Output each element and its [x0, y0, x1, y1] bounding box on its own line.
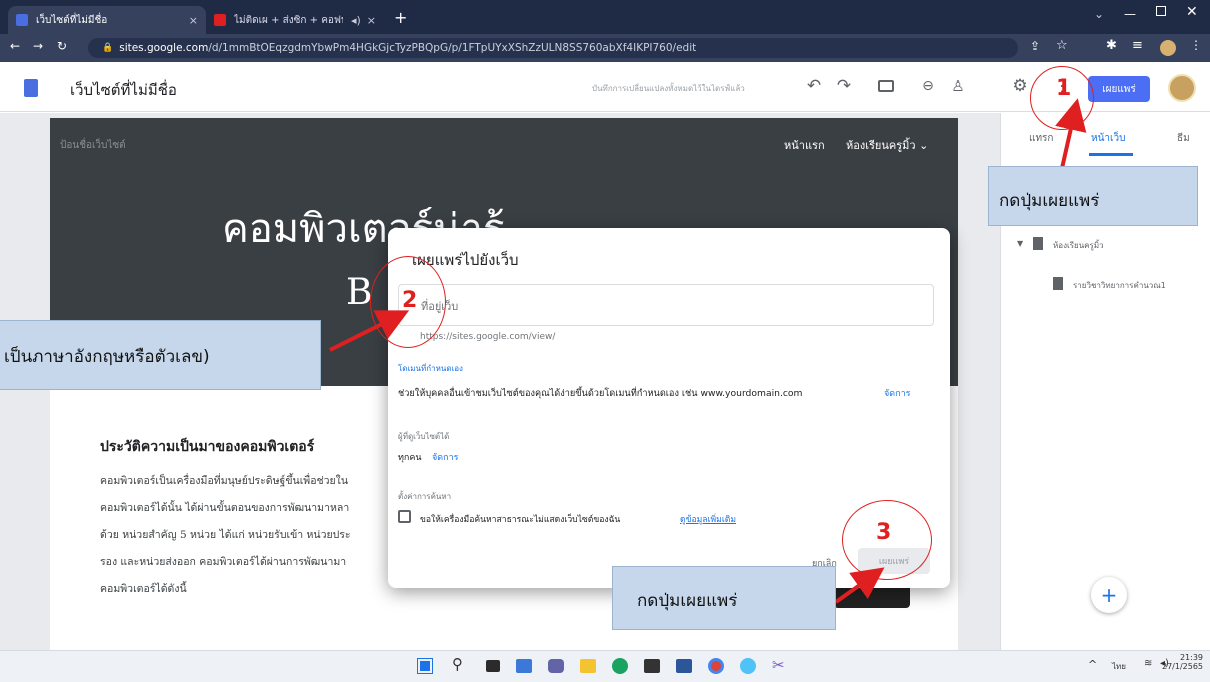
clock[interactable]: 21:39 27/1/2565 — [1162, 653, 1204, 671]
arrow-3 — [834, 567, 885, 604]
snipping-tool-icon[interactable]: ✂ — [772, 656, 785, 674]
callout-top: กดปุ่มเผยแพร่ — [988, 166, 1198, 226]
edge-icon[interactable] — [612, 658, 628, 674]
clock-date: 27/1/2565 — [1162, 662, 1204, 671]
language-indicator[interactable]: ไทย — [1112, 660, 1126, 673]
word-icon[interactable] — [676, 659, 692, 673]
task-view-icon[interactable] — [486, 660, 500, 672]
chat-icon[interactable] — [548, 659, 564, 673]
clock-time: 21:39 — [1179, 653, 1204, 662]
callout-left: เป็นภาษาอังกฤษหรือตัวเลข) — [0, 320, 321, 390]
file-explorer-icon[interactable] — [580, 659, 596, 673]
chrome-icon[interactable] — [708, 658, 724, 674]
widgets-icon[interactable] — [516, 659, 532, 673]
callout-bottom: กดปุ่มเผยแพร่ — [612, 566, 836, 630]
arrow-2 — [329, 310, 410, 352]
app-icon[interactable] — [740, 658, 756, 674]
wifi-icon[interactable]: ≋ — [1144, 658, 1152, 669]
search-icon[interactable]: ⚲ — [452, 655, 463, 673]
store-icon[interactable] — [644, 659, 660, 673]
start-icon[interactable] — [417, 658, 433, 674]
tray-chevron-icon[interactable]: ^ — [1088, 658, 1097, 671]
windows-taskbar: ⚲ ✂ ^ ไทย ≋ ◂) 21:39 27/1/2565 — [0, 650, 1210, 682]
